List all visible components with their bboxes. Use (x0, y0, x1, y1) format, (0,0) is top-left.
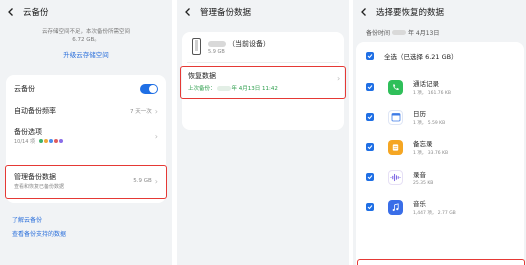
cloud-backup-toggle[interactable] (140, 84, 158, 94)
cloud-backup-screen: 云备份 云存储空间不足，本次备份所需空间 6.72 GB。 升级云存储空间 云备… (0, 0, 172, 265)
app-dot-icon (49, 139, 53, 143)
notes-icon (388, 139, 403, 155)
back-arrow-icon[interactable] (357, 5, 371, 19)
manage-backup-screen: 管理备份数据 （当前设备） 5.9 GB 恢复数据 上次备份： 年 4月13日 … (177, 0, 349, 265)
header: 云备份 (4, 5, 49, 19)
recorder-icon (388, 169, 403, 185)
divider (187, 62, 339, 63)
device-name-text: （当前设备） (228, 40, 270, 48)
backup-frequency-value: 7 天一次 (130, 109, 152, 115)
device-name: （当前设备） (208, 39, 270, 49)
item-name: 录音 (413, 170, 426, 179)
item-name: 备忘录 (413, 140, 433, 148)
backup-frequency-row[interactable]: 自动备份频率 7 天一次 › (14, 105, 158, 117)
list-item[interactable]: 录音 25.35 KB (366, 166, 514, 188)
item-checkbox[interactable] (366, 113, 374, 121)
page-title: 管理备份数据 (200, 8, 252, 18)
upgrade-storage-link[interactable]: 升级云存储空间 (0, 49, 172, 59)
select-restore-screen: 选择要恢复的数据 备份时间 年 4月13日 全选（已选择 6.21 GB） 通话… (353, 0, 526, 265)
chevron-right-icon: › (154, 131, 158, 141)
app-dot-icon (39, 139, 43, 143)
storage-info-line1: 云存储空间不足，本次备份所需空间 (41, 29, 130, 35)
backup-options-row[interactable]: 备份选项 10/14 项 › (14, 125, 158, 147)
phone-icon (192, 38, 201, 55)
phone-icon (388, 79, 403, 95)
calendar-icon (388, 109, 403, 125)
app-dot-icon (54, 139, 58, 143)
item-meta: 1 项， 161.76 KB (413, 91, 451, 96)
backup-options-count: 10/14 项 (14, 139, 35, 145)
highlight-box (5, 165, 167, 199)
backup-time-prefix: 备份时间 (366, 30, 391, 37)
header: 选择要恢复的数据 (357, 5, 444, 19)
storage-info-line2: 6.72 GB。 (72, 37, 100, 43)
music-icon (388, 199, 403, 215)
page-title: 云备份 (23, 8, 49, 18)
cloud-backup-label: 云备份 (14, 85, 35, 93)
storage-info: 云存储空间不足，本次备份所需空间 6.72 GB。 (0, 28, 172, 44)
select-all-checkbox[interactable] (366, 52, 374, 60)
item-checkbox[interactable] (366, 203, 374, 211)
device-size: 5.9 GB (208, 49, 225, 55)
item-name: 通话记录 (413, 80, 439, 88)
page-title: 选择要恢复的数据 (376, 8, 445, 18)
header: 管理备份数据 (181, 5, 251, 19)
highlight-box (357, 259, 525, 265)
app-dot-icon (44, 139, 48, 143)
item-name: 音乐 (413, 200, 426, 208)
app-dot-icon (59, 139, 63, 143)
item-checkbox[interactable] (366, 143, 374, 151)
list-item[interactable]: 备忘录 1 项， 33.76 KB (366, 136, 514, 158)
list-item[interactable]: 通话记录 1 项， 161.76 KB (366, 76, 514, 98)
select-all-label: 全选（已选择 6.21 GB） (384, 53, 458, 61)
learn-cloud-backup-link[interactable]: 了解云备份 (12, 215, 42, 224)
back-arrow-icon[interactable] (4, 5, 18, 19)
supported-data-link[interactable]: 查看备份支持的数据 (12, 229, 66, 238)
item-checkbox[interactable] (366, 173, 374, 181)
backup-options-label: 备份选项 (14, 128, 42, 136)
redacted-year (392, 30, 407, 35)
app-icons-strip (39, 139, 63, 143)
redacted-name (208, 41, 226, 47)
chevron-right-icon: › (154, 106, 158, 116)
list-item[interactable]: 日历 1 项， 5.59 KB (366, 106, 514, 128)
item-name: 日历 (413, 110, 426, 118)
back-arrow-icon[interactable] (181, 5, 195, 19)
highlight-box (180, 66, 346, 99)
item-meta: 25.35 KB (413, 180, 434, 186)
item-meta: 1,447 项， 2.77 GB (413, 211, 456, 216)
item-checkbox[interactable] (366, 83, 374, 91)
restore-items-card: 全选（已选择 6.21 GB） 通话记录 1 项， 161.76 KB 日历 1… (356, 42, 524, 265)
list-item[interactable]: 音乐 1,447 项， 2.77 GB (366, 196, 514, 218)
select-all-row[interactable]: 全选（已选择 6.21 GB） (366, 51, 514, 61)
backup-frequency-label: 自动备份频率 (14, 107, 56, 115)
cloud-backup-row: 云备份 (14, 83, 158, 95)
item-meta: 1 项， 5.59 KB (413, 121, 446, 126)
backup-time-date: 年 4月13日 (408, 30, 440, 37)
backup-time: 备份时间 年 4月13日 (366, 28, 439, 37)
item-meta: 1 项， 33.76 KB (413, 151, 449, 156)
